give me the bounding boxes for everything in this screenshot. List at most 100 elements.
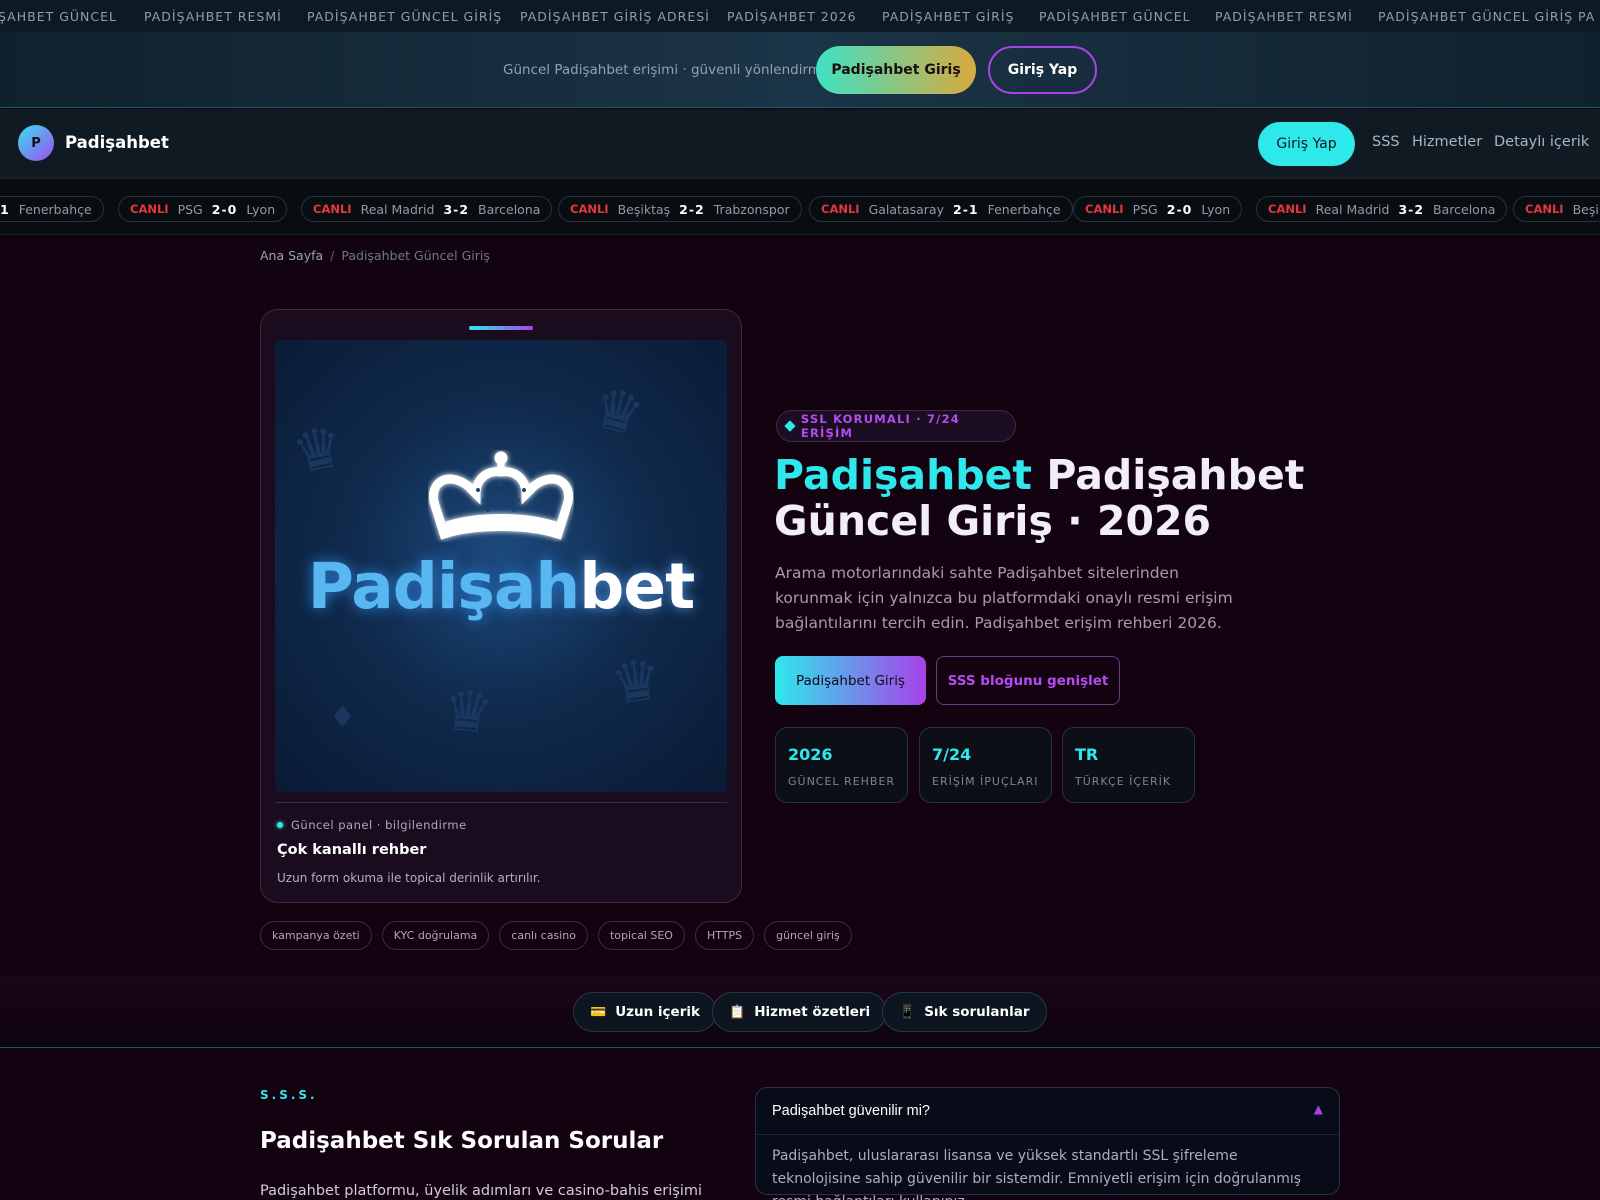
score-pill[interactable]: CANLI Real Madrid 3-2 Barcelona bbox=[1256, 196, 1508, 222]
ticker-item[interactable]: PADİŞAHBET GİRİŞ ADRESİ bbox=[520, 9, 710, 24]
tag[interactable]: topical SEO bbox=[597, 921, 685, 950]
nav-login-button[interactable]: Giriş Yap bbox=[1258, 122, 1355, 166]
live-label: CANLI bbox=[570, 202, 609, 216]
score-away: Trabzonspor bbox=[713, 201, 790, 217]
tag[interactable]: HTTPS bbox=[694, 921, 755, 950]
stat-value: 2026 bbox=[788, 745, 833, 764]
stat-card: 7/24 ERİŞİM İPUÇLARI bbox=[919, 727, 1052, 803]
hero-image-card: ♛ ♛ ♛ ♛ ♦ Padişahbet Güncel panel · bilg… bbox=[260, 309, 742, 903]
page-title: Padişahbet Padişahbet Güncel Giriş · 202… bbox=[774, 452, 1334, 544]
tag-list: kampanya özeti KYC doğrulama canlı casin… bbox=[260, 921, 852, 950]
top-ticker: ŞAHBET GÜNCEL PADİŞAHBET RESMİ PADİŞAHBE… bbox=[0, 0, 1600, 32]
status-dot-icon bbox=[277, 822, 283, 828]
score-pill[interactable]: 1 Fenerbahçe bbox=[0, 196, 104, 222]
crown-icon bbox=[429, 451, 573, 540]
faq-question[interactable]: Padişahbet güvenilir mi? bbox=[772, 1103, 930, 1119]
card-meta-text: Güncel panel · bilgilendirme bbox=[291, 818, 467, 832]
chevron-up-icon[interactable]: ▲ bbox=[1314, 1102, 1323, 1116]
jump-chip-hizmet-ozetleri[interactable]: 📋 Hizmet özetleri bbox=[712, 992, 888, 1032]
main-nav: P Padişahbet Giriş Yap SSS Hizmetler Det… bbox=[0, 109, 1600, 179]
score-away: Lyon bbox=[1201, 201, 1231, 217]
stat-card: 2026 GÜNCEL REHBER bbox=[775, 727, 908, 803]
chip-label: Sık sorulanlar bbox=[924, 1004, 1030, 1020]
tag[interactable]: güncel giriş bbox=[764, 921, 852, 950]
score-pill[interactable]: CANLI PSG 2-0 Lyon bbox=[1073, 196, 1243, 222]
score-home: PSG bbox=[177, 201, 203, 217]
clipboard-icon: 📋 bbox=[729, 1004, 746, 1020]
score-pill[interactable]: CANLI Beşikt bbox=[1513, 196, 1600, 222]
stat-label: GÜNCEL REHBER bbox=[788, 775, 896, 788]
crown-watermark-icon: ♛ bbox=[286, 413, 350, 488]
card-subtitle: Uzun form okuma ile topical derinlik art… bbox=[277, 871, 541, 885]
tag[interactable]: KYC doğrulama bbox=[381, 921, 490, 950]
score-away: Barcelona bbox=[1433, 201, 1496, 217]
phone-icon: 📱 bbox=[899, 1004, 916, 1020]
tag[interactable]: canlı casino bbox=[499, 921, 588, 950]
faq-intro: Padişahbet platformu, üyelik adımları ve… bbox=[260, 1183, 703, 1199]
live-label: CANLI bbox=[313, 202, 352, 216]
score-home: PSG bbox=[1132, 201, 1158, 217]
diamond-icon bbox=[784, 420, 796, 432]
score-away: Fenerbahçe bbox=[18, 201, 92, 217]
ticker-item[interactable]: PADİŞAHBET GÜNCEL bbox=[1039, 9, 1191, 24]
stat-value: TR bbox=[1075, 745, 1099, 764]
credit-card-icon: 💳 bbox=[590, 1004, 607, 1020]
ticker-item[interactable]: PADİŞAHBET RESMİ bbox=[144, 9, 282, 24]
ticker-item[interactable]: PADİŞAHBET 2026 bbox=[727, 9, 857, 24]
live-label: CANLI bbox=[821, 202, 860, 216]
section-jump-bar: 💳 Uzun içerik 📋 Hizmet özetleri 📱 Sık sorul… bbox=[0, 976, 1600, 1048]
score-value: 2-1 bbox=[953, 201, 979, 217]
score-pill[interactable]: CANLI PSG 2-0 Lyon bbox=[118, 196, 288, 222]
breadcrumb-home-link[interactable]: Ana Sayfa bbox=[260, 248, 323, 263]
stat-card: TR TÜRKÇE İÇERİK bbox=[1062, 727, 1195, 803]
breadcrumb-current: Padişahbet Güncel Giriş bbox=[341, 248, 490, 263]
faq-item[interactable]: Padişahbet güvenilir mi? ▲ Padişahbet, u… bbox=[755, 1087, 1340, 1200]
score-pill[interactable]: CANLI Real Madrid 3-2 Barcelona bbox=[301, 196, 553, 222]
jump-chip-uzun-icerik[interactable]: 💳 Uzun içerik bbox=[573, 992, 717, 1032]
score-value: 2-2 bbox=[679, 201, 705, 217]
promo-bar: Güncel Padişahbet erişimi · güvenli yönl… bbox=[0, 32, 1600, 108]
score-home: Real Madrid bbox=[1315, 201, 1390, 217]
ticker-item[interactable]: PADİŞAHBET GİRİŞ bbox=[882, 9, 1014, 24]
giris-yap-button[interactable]: Giriş Yap bbox=[988, 46, 1097, 94]
jump-chip-sik-sorulanlar[interactable]: 📱 Sık sorulanlar bbox=[882, 992, 1047, 1032]
brand-banner-image: ♛ ♛ ♛ ♛ ♦ Padişahbet bbox=[275, 340, 727, 792]
crown-watermark-icon: ♛ bbox=[606, 646, 666, 719]
score-value: 3-2 bbox=[443, 201, 470, 217]
brand-name[interactable]: Padişahbet bbox=[65, 133, 169, 152]
score-home: Galatasaray bbox=[868, 201, 944, 217]
faq-answer: Padişahbet, uluslararası lisansa ve yüks… bbox=[772, 1148, 1302, 1200]
tag[interactable]: kampanya özeti bbox=[260, 921, 372, 950]
live-scores-ticker: 1 Fenerbahçe CANLI PSG 2-0 Lyon CANLI Re… bbox=[0, 180, 1600, 235]
stat-value: 7/24 bbox=[932, 745, 972, 764]
live-label: CANLI bbox=[1085, 202, 1124, 216]
ticker-item[interactable]: PADİŞAHBET RESMİ bbox=[1215, 9, 1353, 24]
score-away: Barcelona bbox=[478, 201, 541, 217]
padisahbet-giris-button[interactable]: Padişahbet Giriş bbox=[816, 46, 976, 94]
score-pill[interactable]: CANLI Galatasaray 2-1 Fenerbahçe bbox=[809, 196, 1073, 222]
nav-link-detayli-icerik[interactable]: Detaylı içerik bbox=[1494, 134, 1589, 150]
chip-label: Hizmet özetleri bbox=[754, 1004, 871, 1020]
faq-divider bbox=[756, 1134, 1339, 1135]
score-value: 2-0 bbox=[1166, 201, 1193, 217]
card-title: Çok kanallı rehber bbox=[277, 842, 427, 858]
crown-watermark-icon: ♛ bbox=[585, 374, 651, 451]
nav-link-sss[interactable]: SSS bbox=[1372, 134, 1400, 150]
score-home: Beşikt bbox=[1572, 201, 1600, 217]
nav-link-hizmetler[interactable]: Hizmetler bbox=[1412, 134, 1482, 150]
score-home: Beşiktaş bbox=[617, 201, 671, 217]
score-pill[interactable]: CANLI Beşiktaş 2-2 Trabzonspor bbox=[558, 196, 802, 222]
promo-text: Güncel Padişahbet erişimi · güvenli yönl… bbox=[503, 62, 830, 78]
card-divider bbox=[275, 802, 727, 803]
chip-label: Uzun içerik bbox=[615, 1004, 700, 1020]
ticker-item[interactable]: PADİŞAHBET GÜNCEL GİRİŞ bbox=[307, 9, 502, 24]
expand-faq-button[interactable]: SSS bloğunu genişlet bbox=[936, 656, 1120, 705]
score-home: Real Madrid bbox=[360, 201, 435, 217]
score-away: Lyon bbox=[246, 201, 276, 217]
ticker-item[interactable]: PADİŞAHBET GÜNCEL GİRİŞ bbox=[1378, 9, 1573, 24]
ticker-item[interactable]: PA bbox=[1578, 9, 1595, 24]
diamond-watermark-icon: ♦ bbox=[329, 700, 356, 735]
hero-giris-button[interactable]: Padişahbet Giriş bbox=[775, 656, 926, 705]
logo-icon[interactable]: P bbox=[18, 125, 54, 161]
ticker-item[interactable]: ŞAHBET GÜNCEL bbox=[0, 9, 117, 24]
